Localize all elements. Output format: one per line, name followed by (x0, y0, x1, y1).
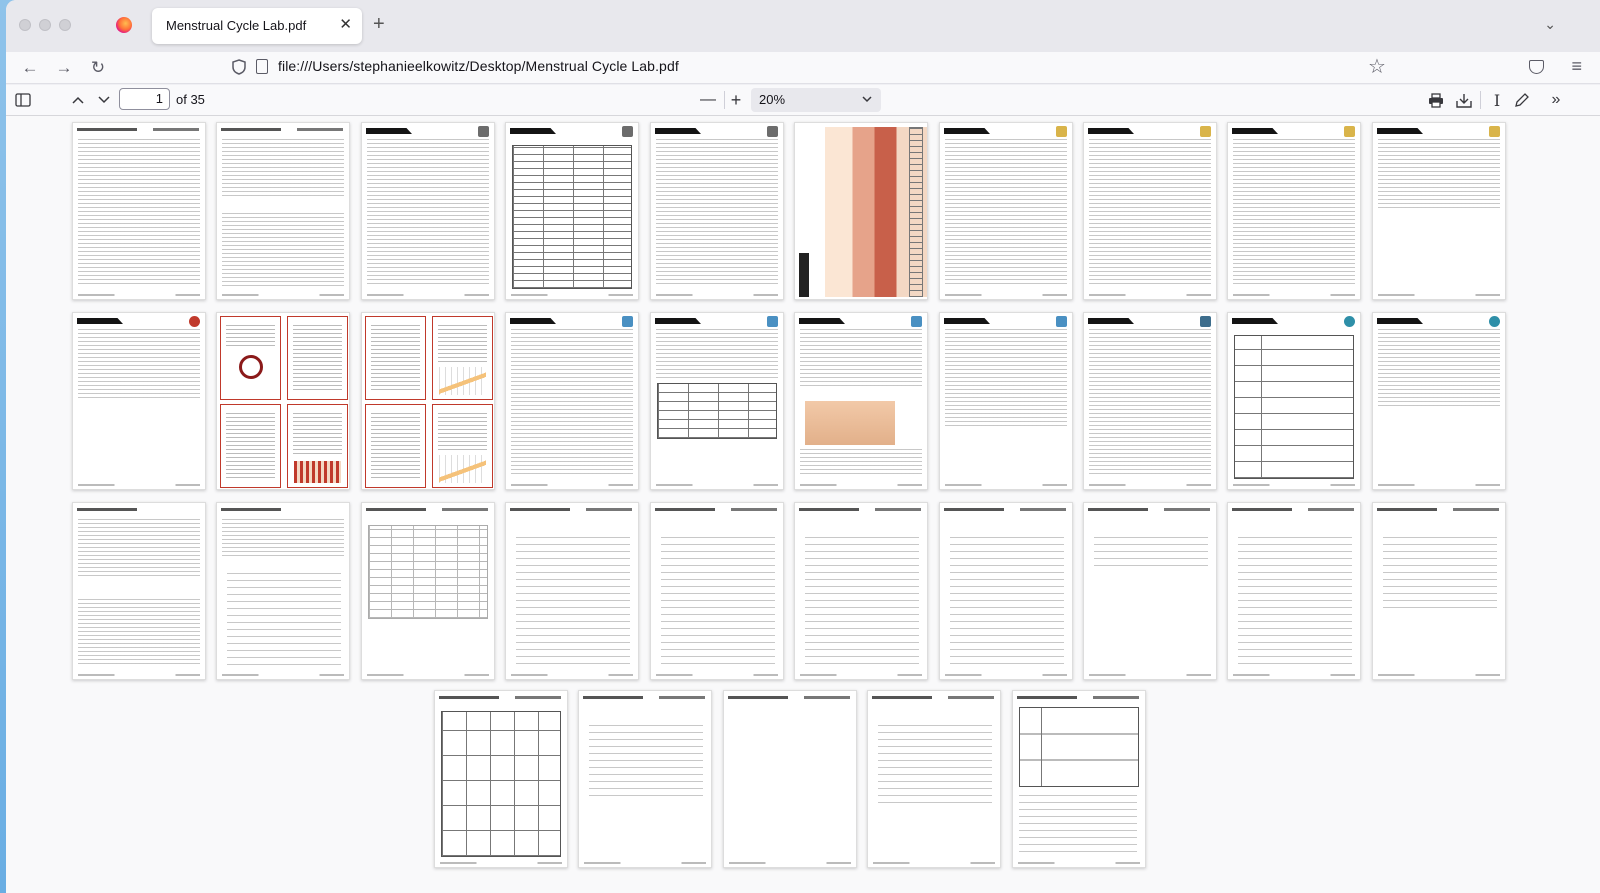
page-thumbnail[interactable] (867, 690, 1001, 868)
page-thumbnail[interactable] (650, 502, 784, 680)
tab-menstrual-cycle-lab[interactable]: Menstrual Cycle Lab.pdf ✕ (152, 8, 362, 44)
shield-icon[interactable] (232, 59, 246, 75)
print-icon[interactable] (1426, 89, 1446, 111)
page-thumbnail[interactable] (72, 502, 206, 680)
page-thumbnail[interactable] (1083, 122, 1217, 300)
more-tools-icon[interactable]: » (1546, 89, 1566, 111)
page-thumbnail[interactable] (72, 122, 206, 300)
page-thumbnail[interactable] (216, 502, 350, 680)
close-window-button[interactable] (19, 19, 31, 31)
page-thumbnail[interactable] (434, 690, 568, 868)
previous-page-icon[interactable] (68, 89, 88, 111)
bookmark-star-icon[interactable]: ☆ (1368, 54, 1386, 79)
page-thumbnail[interactable] (361, 122, 495, 300)
sidebar-toggle-icon[interactable] (14, 89, 32, 111)
pdf-toolbar: 1 of 35 — + 20% I » (6, 85, 1600, 116)
page-thumbnail[interactable] (1083, 502, 1217, 680)
back-button[interactable]: ← (18, 56, 42, 80)
zoom-out-icon[interactable]: — (698, 89, 718, 111)
new-tab-button[interactable]: + (373, 14, 385, 34)
page-thumbnail[interactable] (216, 122, 350, 300)
zoom-value: 20% (759, 92, 786, 107)
page-thumbnail[interactable] (505, 312, 639, 490)
page-thumbnail[interactable] (361, 312, 495, 490)
browser-window: Menstrual Cycle Lab.pdf ✕ + ⌄ ← → ↻ file… (6, 0, 1600, 893)
page-thumbnail[interactable] (505, 502, 639, 680)
page-thumbnail[interactable] (1227, 502, 1361, 680)
page-thumbnail[interactable] (723, 690, 857, 868)
pocket-icon[interactable] (1529, 60, 1544, 74)
page-number-input[interactable]: 1 (119, 88, 170, 110)
page-thumbnail[interactable] (505, 122, 639, 300)
url-bar[interactable]: file:///Users/stephanieelkowitz/Desktop/… (222, 52, 1402, 82)
minimize-window-button[interactable] (39, 19, 51, 31)
navigation-toolbar: ← → ↻ file:///Users/stephanieelkowitz/De… (6, 52, 1600, 84)
page-thumbnail[interactable] (1012, 690, 1146, 868)
page-thumbnail[interactable] (578, 690, 712, 868)
download-icon[interactable] (1454, 89, 1474, 111)
page-count-label: of 35 (176, 92, 205, 107)
maximize-window-button[interactable] (59, 19, 71, 31)
page-thumbnail[interactable] (1372, 312, 1506, 490)
page-thumbnail[interactable] (794, 122, 928, 300)
zoom-select[interactable]: 20% (751, 88, 881, 112)
next-page-icon[interactable] (94, 89, 114, 111)
page-thumbnail[interactable] (939, 122, 1073, 300)
pdf-viewer[interactable] (6, 116, 1600, 893)
url-text[interactable]: file:///Users/stephanieelkowitz/Desktop/… (278, 58, 679, 74)
forward-button[interactable]: → (52, 56, 76, 80)
close-icon[interactable]: ✕ (339, 16, 352, 34)
page-thumbnail[interactable] (794, 502, 928, 680)
hamburger-menu-icon[interactable]: ≡ (1571, 56, 1582, 77)
firefox-icon (116, 17, 132, 33)
page-thumbnail[interactable] (939, 502, 1073, 680)
page-thumbnail[interactable] (1083, 312, 1217, 490)
chevron-down-icon[interactable]: ⌄ (1544, 16, 1556, 33)
page-thumbnail[interactable] (1372, 502, 1506, 680)
page-thumbnail[interactable] (1372, 122, 1506, 300)
page-thumbnail[interactable] (650, 312, 784, 490)
page-thumbnail[interactable] (794, 312, 928, 490)
tab-strip: Menstrual Cycle Lab.pdf ✕ + ⌄ (6, 0, 1600, 52)
draw-pen-icon[interactable] (1512, 89, 1532, 111)
page-icon (256, 59, 268, 74)
text-select-icon[interactable]: I (1488, 89, 1506, 111)
page-thumbnail[interactable] (1227, 312, 1361, 490)
page-thumbnail[interactable] (216, 312, 350, 490)
page-thumbnail[interactable] (650, 122, 784, 300)
zoom-in-icon[interactable]: + (726, 89, 746, 111)
reload-button[interactable]: ↻ (86, 56, 110, 80)
tab-title: Menstrual Cycle Lab.pdf (166, 18, 307, 33)
chevron-down-icon (861, 90, 873, 111)
page-thumbnail[interactable] (72, 312, 206, 490)
page-thumbnail[interactable] (939, 312, 1073, 490)
page-thumbnail[interactable] (1227, 122, 1361, 300)
page-thumbnail[interactable] (361, 502, 495, 680)
